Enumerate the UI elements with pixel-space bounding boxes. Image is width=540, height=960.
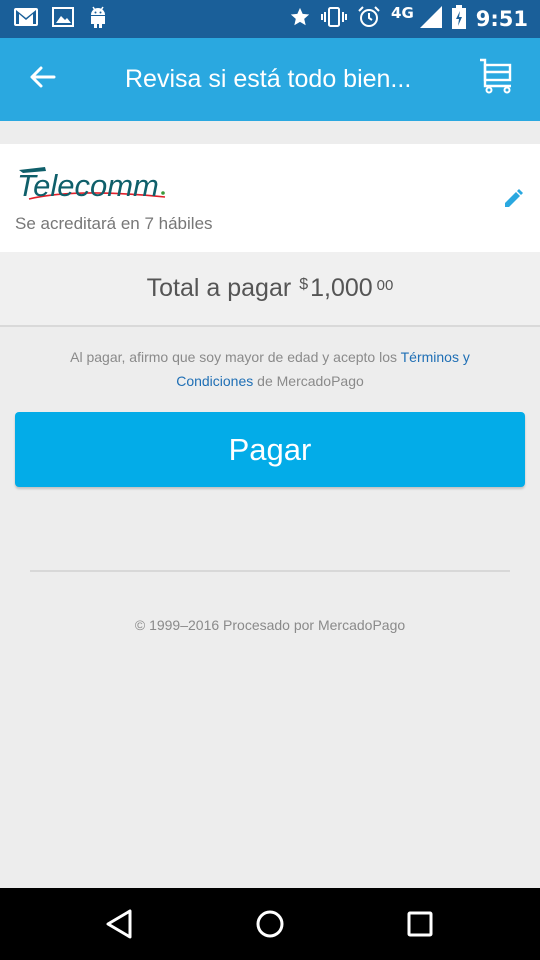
total-label: Total a pagar — [146, 274, 292, 302]
star-icon — [289, 6, 311, 33]
accreditation-time: Se acreditará en 7 hábiles — [15, 214, 213, 233]
back-button[interactable] — [0, 38, 84, 121]
home-circle-icon[interactable] — [252, 906, 288, 942]
status-bar: 4G 9:51 — [0, 0, 540, 38]
terms-suffix: de MercadoPago — [253, 373, 364, 389]
cart-button[interactable] — [478, 58, 518, 98]
total-currency: $ — [299, 276, 309, 293]
battery-charging-icon — [451, 4, 466, 34]
terms-text: Al pagar, afirmo que soy mayor de edad y… — [40, 345, 500, 393]
footer-copyright: © 1999–2016 Procesado por MercadoPago — [134, 617, 406, 633]
total-cents: 00 — [376, 277, 394, 294]
signal-icon — [419, 5, 442, 33]
page-title: Revisa si está todo bien... — [125, 65, 412, 93]
total-amount: 1,000 — [310, 274, 373, 302]
recents-square-icon[interactable] — [402, 906, 438, 942]
merchant-card: Telecomm Se acreditará en 7 hábiles — [0, 144, 540, 252]
back-triangle-icon[interactable] — [102, 906, 138, 942]
gmail-icon — [14, 7, 38, 31]
telecomm-logo: Telecomm — [15, 166, 175, 213]
vibrate-icon — [321, 6, 348, 33]
nav-bar — [0, 888, 540, 960]
clock: 9:51 — [475, 7, 528, 31]
arrow-left-icon — [28, 65, 56, 94]
terms-prefix: Al pagar, afirmo que soy mayor de edad y… — [70, 349, 401, 365]
android-icon — [88, 5, 108, 34]
edit-button[interactable] — [502, 188, 524, 210]
pencil-icon — [502, 189, 524, 214]
app-bar: Revisa si está todo bien... — [0, 38, 540, 121]
divider — [30, 570, 510, 572]
total-section: Total a pagar $ 1,000 00 — [0, 252, 540, 327]
svg-text:Telecomm: Telecomm — [17, 168, 159, 203]
cart-icon — [478, 58, 514, 98]
pay-button[interactable]: Pagar — [15, 412, 525, 487]
image-icon — [52, 6, 74, 32]
alarm-icon — [357, 5, 381, 34]
network-type: 4G — [391, 4, 414, 22]
